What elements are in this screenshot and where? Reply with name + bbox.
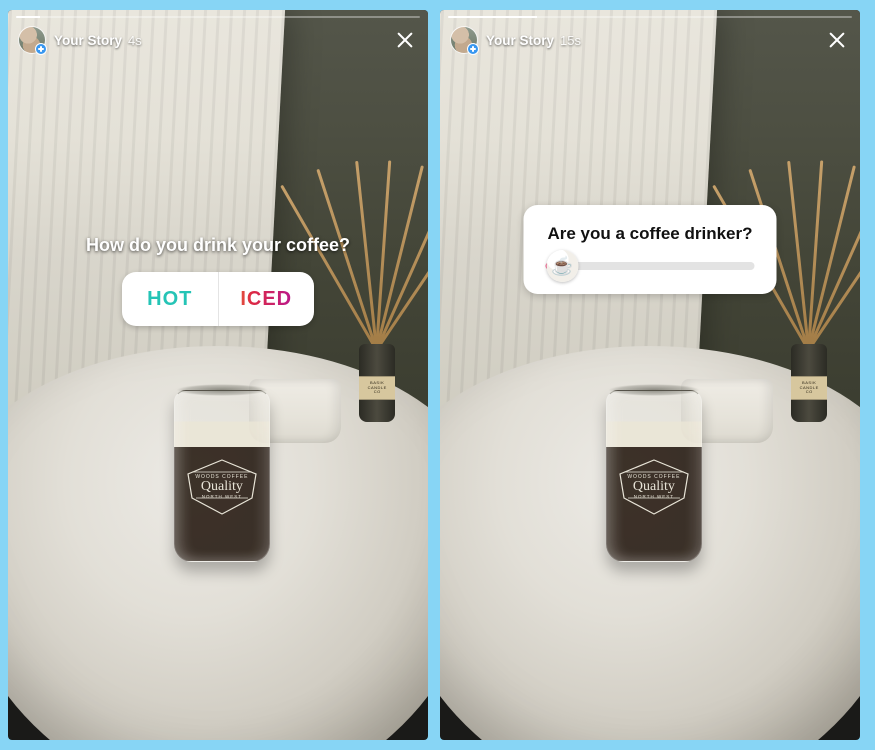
avatar[interactable] (18, 26, 46, 54)
poll-question: How do you drink your coffee? (86, 235, 350, 256)
coffee-glass: WOODS COFFEE Quality NORTH WEST (606, 390, 702, 562)
story-background: BASIK CANDLE CO WOODS COFFEE Quality NOR… (440, 10, 860, 740)
story-header: Your Story 15s (450, 24, 850, 56)
story-frame-1: BASIK CANDLE CO WOODS COFFEE Quality NOR… (8, 10, 428, 740)
poll-sticker: How do you drink your coffee? HOT ICED (8, 235, 428, 326)
glass-badge: WOODS COFFEE Quality NORTH WEST (186, 458, 258, 516)
story-timestamp: 15s (560, 33, 581, 48)
coffee-glass: WOODS COFFEE Quality NORTH WEST (174, 390, 270, 562)
close-icon[interactable] (392, 27, 418, 53)
reed-diffuser: BASIK CANDLE CO (773, 302, 843, 422)
story-progress-bar (448, 16, 852, 18)
story-progress-fill (448, 16, 537, 18)
diffuser-label: BASIK CANDLE CO (359, 376, 395, 400)
coffee-emoji-icon: ☕ (551, 256, 573, 277)
glass-badge: WOODS COFFEE Quality NORTH WEST (618, 458, 690, 516)
poll-option-iced[interactable]: ICED (219, 272, 315, 326)
story-header: Your Story 4s (18, 24, 418, 56)
story-progress-fill (16, 16, 40, 18)
slider-thumb[interactable]: ☕ (546, 250, 578, 282)
diffuser-label: BASIK CANDLE CO (791, 376, 827, 400)
emoji-slider[interactable]: ☕ (546, 262, 755, 270)
story-background: BASIK CANDLE CO WOODS COFFEE Quality NOR… (8, 10, 428, 740)
slider-question: Are you a coffee drinker? (547, 223, 752, 244)
story-title: Your Story (54, 33, 122, 48)
poll-option-hot[interactable]: HOT (122, 272, 218, 326)
story-progress-bar (16, 16, 420, 18)
story-title: Your Story (486, 33, 554, 48)
add-story-icon[interactable] (467, 43, 479, 55)
poll: HOT ICED (122, 272, 314, 326)
close-icon[interactable] (824, 27, 850, 53)
avatar[interactable] (450, 26, 478, 54)
add-story-icon[interactable] (35, 43, 47, 55)
slider-sticker: Are you a coffee drinker? ☕ (524, 205, 777, 294)
story-frame-2: BASIK CANDLE CO WOODS COFFEE Quality NOR… (440, 10, 860, 740)
story-timestamp: 4s (128, 33, 142, 48)
